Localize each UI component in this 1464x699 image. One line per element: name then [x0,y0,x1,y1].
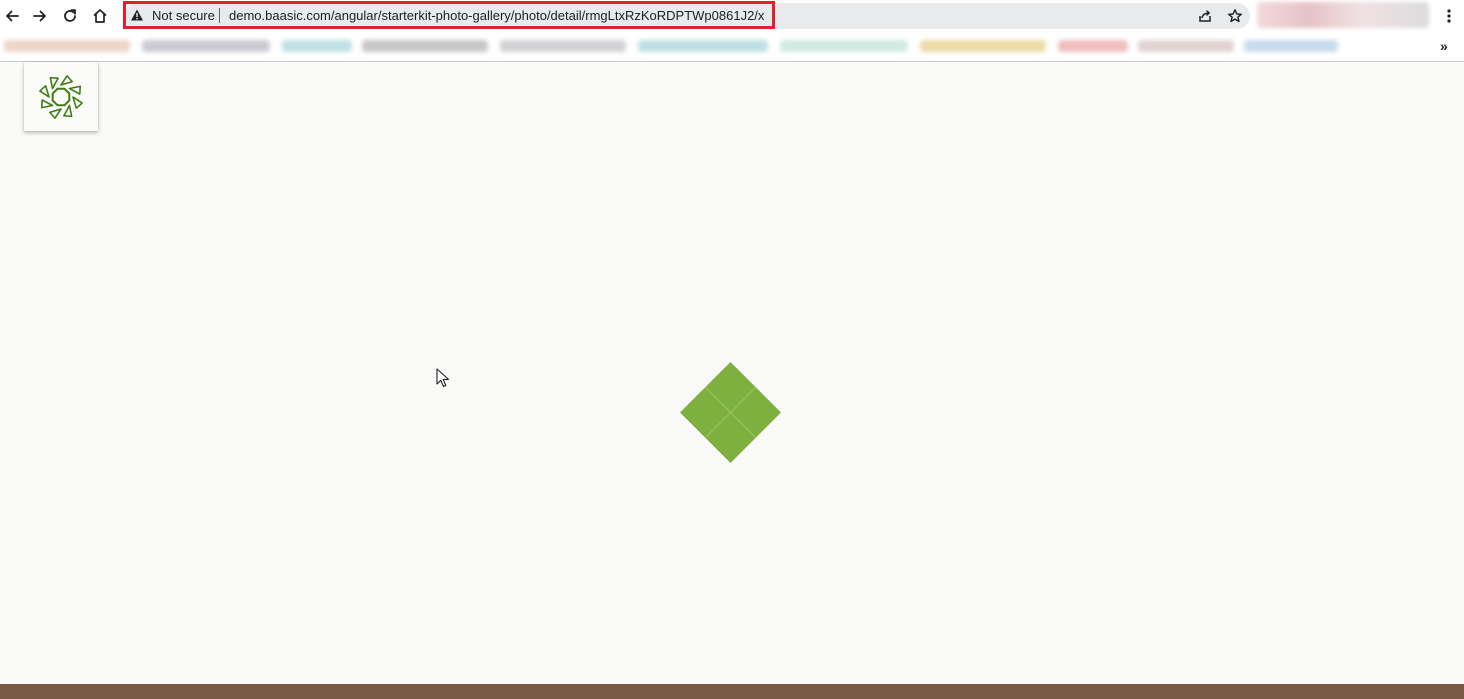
bookmarks-overflow-button[interactable]: » [1440,38,1448,54]
browser-menu-button[interactable] [1440,6,1458,26]
logo-petal [39,84,50,98]
bookmark-item[interactable] [500,40,626,52]
logo-ring [51,87,71,106]
bookmark-star-button[interactable] [1225,6,1245,26]
extensions-area[interactable] [1257,2,1429,28]
site-logo[interactable] [24,62,98,131]
sun-logo-icon [39,74,83,119]
security-status-label[interactable]: Not secure [152,8,215,23]
share-icon [1199,10,1211,22]
logo-petal [49,107,62,119]
forward-button[interactable] [28,4,52,28]
reload-button[interactable] [58,4,82,28]
loading-spinner [680,362,781,463]
bookmark-item[interactable] [920,40,1046,52]
arrow-left-icon [6,10,19,22]
share-button[interactable] [1195,6,1215,26]
bookmark-item[interactable] [142,40,270,52]
logo-petal [49,76,59,89]
mouse-cursor-icon [436,368,450,388]
address-separator [219,8,220,23]
arrow-right-icon [33,10,46,22]
star-icon [1228,9,1242,23]
reload-icon [64,9,76,22]
kebab-menu-icon [1447,9,1451,23]
bookmarks-bar [0,33,1464,62]
home-icon [93,9,107,23]
logo-petal [72,95,83,109]
logo-petal [63,104,73,117]
bookmark-item[interactable] [638,40,768,52]
logo-petal [60,74,73,86]
bookmark-item[interactable] [1138,40,1234,52]
bookmark-item[interactable] [4,40,130,52]
bookmark-item[interactable] [1244,40,1338,52]
bookmark-item[interactable] [780,40,908,52]
logo-petal [40,98,54,108]
warning-triangle-icon[interactable] [130,8,144,22]
bookmark-item[interactable] [282,40,352,52]
page-footer [0,684,1464,699]
logo-petal [68,85,82,95]
bookmark-item[interactable] [1058,40,1128,52]
home-button[interactable] [88,4,112,28]
url-text[interactable]: demo.baasic.com/angular/starterkit-photo… [229,8,764,23]
bookmark-item[interactable] [362,40,488,52]
browser-toolbar: Not secure demo.baasic.com/angular/start… [0,0,1464,33]
back-button[interactable] [0,4,24,28]
